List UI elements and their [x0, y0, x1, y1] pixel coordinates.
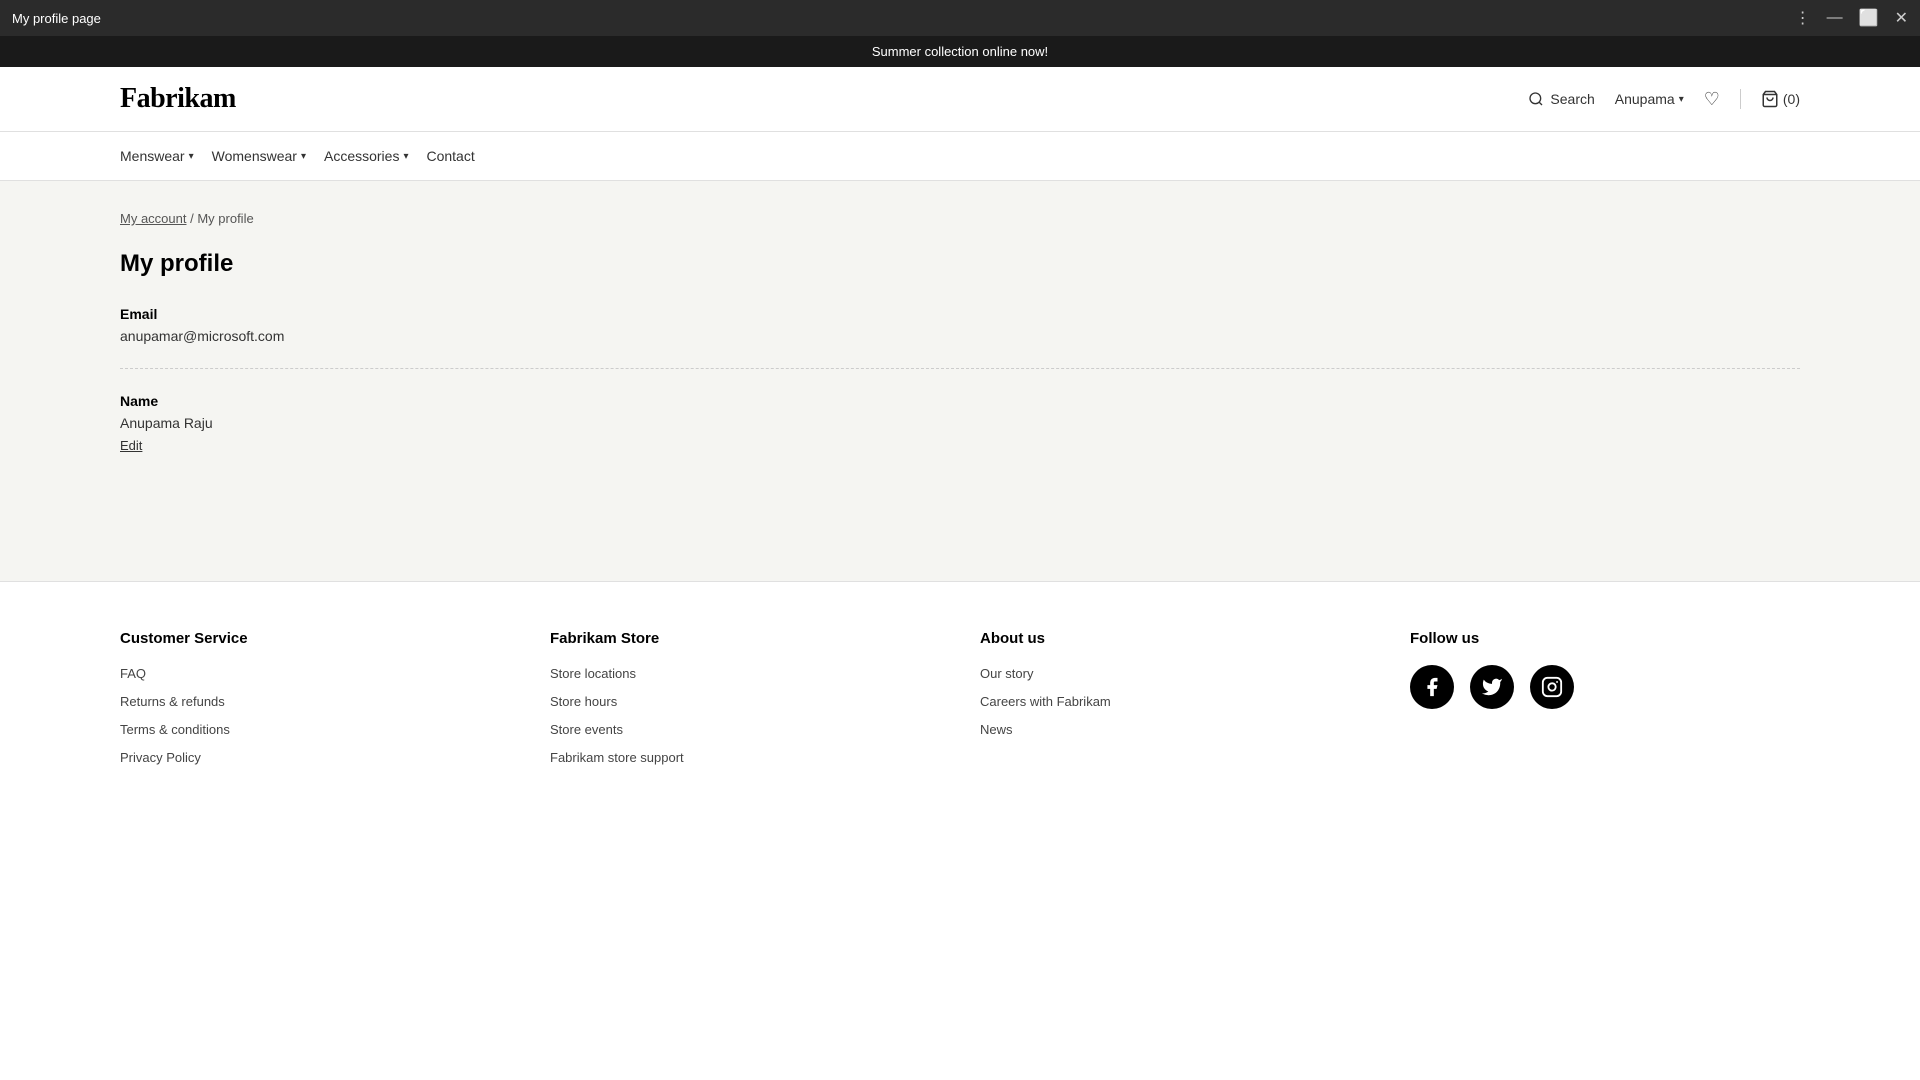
site-logo[interactable]: Fabrikam: [120, 83, 236, 115]
header-actions: Search Anupama ▾ ♡ (0): [1528, 89, 1800, 110]
browser-chrome: My profile page ⋮ — ⬜ ✕: [0, 0, 1920, 36]
site-nav: Menswear ▾ Womenswear ▾ Accessories ▾: [0, 132, 1920, 181]
announcement-bar: Summer collection online now!: [0, 36, 1920, 67]
browser-menu-icon[interactable]: ⋮: [1795, 8, 1811, 28]
footer-about-us-title: About us: [980, 630, 1370, 647]
footer-link-our-story[interactable]: Our story: [980, 666, 1033, 681]
name-value: Anupama Raju: [120, 415, 1800, 431]
email-label: Email: [120, 306, 1800, 322]
footer-link-careers[interactable]: Careers with Fabrikam: [980, 694, 1111, 709]
edit-link[interactable]: Edit: [120, 438, 142, 453]
email-value: anupamar@microsoft.com: [120, 328, 1800, 344]
main-content: My account / My profile My profile Email…: [0, 181, 1920, 581]
social-icons: [1410, 665, 1800, 709]
footer-customer-service-title: Customer Service: [120, 630, 510, 647]
announcement-text: Summer collection online now!: [872, 44, 1048, 59]
footer-follow-us: Follow us: [1410, 630, 1800, 765]
nav-label-accessories: Accessories: [324, 148, 399, 164]
nav-item-womenswear[interactable]: Womenswear ▾: [212, 132, 324, 180]
site-header: Fabrikam Search Anupama ▾ ♡ (0): [0, 67, 1920, 132]
profile-divider: [120, 368, 1800, 369]
womenswear-chevron-icon: ▾: [301, 151, 306, 162]
footer-link-news[interactable]: News: [980, 722, 1013, 737]
footer-customer-service: Customer Service FAQ Returns & refunds T…: [120, 630, 510, 765]
search-icon: [1528, 91, 1544, 107]
breadcrumb-current: My profile: [197, 211, 253, 226]
cart-button[interactable]: (0): [1761, 90, 1800, 108]
footer-grid: Customer Service FAQ Returns & refunds T…: [120, 630, 1800, 765]
list-item: News: [980, 721, 1370, 737]
list-item: Store locations: [550, 665, 940, 681]
list-item: FAQ: [120, 665, 510, 681]
footer-about-us: About us Our story Careers with Fabrikam…: [980, 630, 1370, 765]
browser-close-icon[interactable]: ✕: [1895, 8, 1908, 28]
cart-label: (0): [1783, 91, 1800, 107]
site-footer: Customer Service FAQ Returns & refunds T…: [0, 581, 1920, 805]
nav-label-contact: Contact: [426, 148, 474, 164]
breadcrumb-my-account[interactable]: My account: [120, 211, 186, 226]
wishlist-button[interactable]: ♡: [1704, 89, 1720, 110]
facebook-icon: [1421, 676, 1443, 698]
page-title: My profile: [120, 250, 1800, 278]
nav-item-accessories[interactable]: Accessories ▾: [324, 132, 427, 180]
list-item: Store hours: [550, 693, 940, 709]
footer-link-faq[interactable]: FAQ: [120, 666, 146, 681]
footer-customer-service-links: FAQ Returns & refunds Terms & conditions…: [120, 665, 510, 765]
instagram-icon: [1541, 676, 1563, 698]
name-label: Name: [120, 393, 1800, 409]
nav-item-contact[interactable]: Contact: [426, 132, 492, 180]
instagram-button[interactable]: [1530, 665, 1574, 709]
facebook-button[interactable]: [1410, 665, 1454, 709]
footer-link-returns[interactable]: Returns & refunds: [120, 694, 225, 709]
twitter-button[interactable]: [1470, 665, 1514, 709]
header-divider: [1740, 89, 1741, 109]
cart-icon: [1761, 90, 1779, 108]
nav-label-menswear: Menswear: [120, 148, 185, 164]
user-name: Anupama: [1615, 91, 1675, 107]
search-button[interactable]: Search: [1528, 91, 1594, 107]
footer-link-store-support[interactable]: Fabrikam store support: [550, 750, 684, 765]
nav-item-menswear[interactable]: Menswear ▾: [120, 132, 212, 180]
footer-fabrikam-store: Fabrikam Store Store locations Store hou…: [550, 630, 940, 765]
list-item: Careers with Fabrikam: [980, 693, 1370, 709]
list-item: Our story: [980, 665, 1370, 681]
list-item: Returns & refunds: [120, 693, 510, 709]
accessories-chevron-icon: ▾: [403, 151, 408, 162]
list-item: Terms & conditions: [120, 721, 510, 737]
search-label: Search: [1550, 91, 1594, 107]
chevron-down-icon: ▾: [1679, 94, 1684, 105]
list-item: Fabrikam store support: [550, 749, 940, 765]
footer-link-store-locations[interactable]: Store locations: [550, 666, 636, 681]
footer-link-store-hours[interactable]: Store hours: [550, 694, 617, 709]
footer-about-links: Our story Careers with Fabrikam News: [980, 665, 1370, 737]
menswear-chevron-icon: ▾: [189, 151, 194, 162]
footer-store-links: Store locations Store hours Store events…: [550, 665, 940, 765]
browser-title: My profile page: [12, 11, 101, 26]
list-item: Privacy Policy: [120, 749, 510, 765]
browser-maximize-icon[interactable]: ⬜: [1859, 8, 1879, 28]
breadcrumb: My account / My profile: [120, 211, 1800, 226]
footer-link-store-events[interactable]: Store events: [550, 722, 623, 737]
browser-controls: ⋮ — ⬜ ✕: [1795, 8, 1908, 28]
footer-link-privacy[interactable]: Privacy Policy: [120, 750, 201, 765]
email-field: Email anupamar@microsoft.com: [120, 306, 1800, 344]
list-item: Store events: [550, 721, 940, 737]
name-field: Name Anupama Raju Edit: [120, 393, 1800, 453]
nav-label-womenswear: Womenswear: [212, 148, 297, 164]
footer-fabrikam-store-title: Fabrikam Store: [550, 630, 940, 647]
twitter-icon: [1481, 676, 1503, 698]
user-menu[interactable]: Anupama ▾: [1615, 91, 1684, 107]
browser-minimize-icon[interactable]: —: [1827, 9, 1843, 27]
footer-link-terms[interactable]: Terms & conditions: [120, 722, 230, 737]
footer-follow-us-title: Follow us: [1410, 630, 1800, 647]
